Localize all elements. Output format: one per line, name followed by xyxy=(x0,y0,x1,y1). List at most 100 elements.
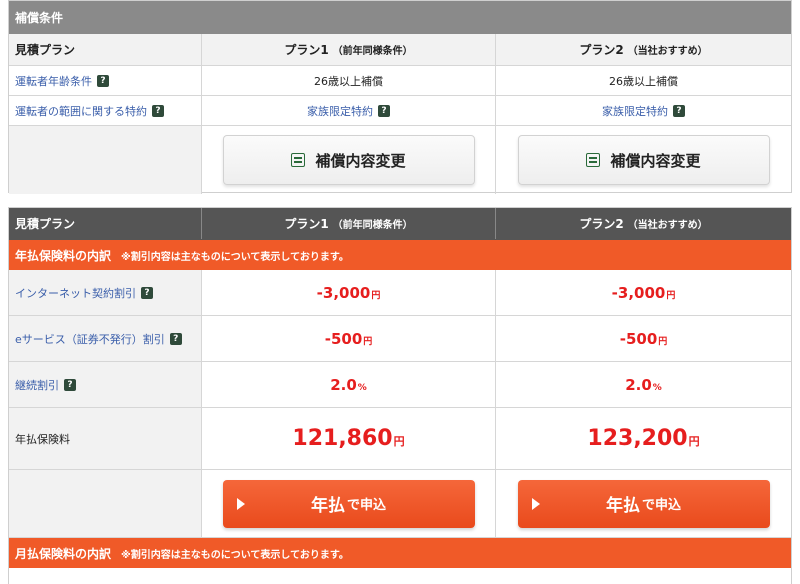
eservice-discount-plan2: -500円 xyxy=(495,316,791,361)
family-limit-link-plan1[interactable]: 家族限定特約 xyxy=(307,103,373,119)
eservice-discount-row: eサービス（証券不発行）割引 ? -500円 -500円 xyxy=(9,316,791,362)
yen-unit: 円 xyxy=(666,290,676,301)
plan-header-label: 見積プラン xyxy=(15,217,76,231)
checklist-icon xyxy=(586,153,601,167)
help-icon[interactable]: ? xyxy=(169,332,182,345)
driver-scope-plan2-cell: 家族限定特約 ? xyxy=(495,96,791,125)
family-limit-link-plan2[interactable]: 家族限定特約 xyxy=(602,103,668,119)
monthly-breakdown-bar: 月払保険料の内訳 ※割引内容は主なものについて表示しております。 xyxy=(9,538,791,568)
coverage-panel: 補償条件 見積プラン プラン1 （前年同様条件） プラン2 （当社おすすめ） 運転者… xyxy=(8,0,792,194)
help-icon[interactable]: ? xyxy=(97,74,109,87)
driver-age-row: 運転者年齢条件 ? 26歳以上補償 26歳以上補償 xyxy=(9,66,791,96)
driver-scope-label-cell: 運転者の範囲に関する特約 ? xyxy=(9,96,201,125)
eservice-discount-link[interactable]: eサービス（証券不発行）割引 xyxy=(15,331,165,347)
plan1-note: （前年同様条件） xyxy=(332,220,413,231)
help-icon[interactable]: ? xyxy=(141,286,153,299)
annual-premium-plan1-value: 121,860 xyxy=(292,426,393,451)
monthly-breakdown-title: 月払保険料の内訳 xyxy=(15,546,112,561)
renewal-discount-plan2-value: 2.0 xyxy=(625,375,652,394)
driver-age-plan1: 26歳以上補償 xyxy=(201,66,495,95)
eservice-discount-plan1-value: -500 xyxy=(324,329,363,348)
driver-age-link[interactable]: 運転者年齢条件 xyxy=(15,73,92,89)
driver-scope-row: 運転者の範囲に関する特約 ? 家族限定特約 ? 家族限定特約 ? xyxy=(9,96,791,126)
help-icon[interactable]: ? xyxy=(152,104,164,117)
driver-age-label-cell: 運転者年齢条件 ? xyxy=(9,66,201,95)
yen-unit: 円 xyxy=(393,435,405,448)
annual-breakdown-title: 年払保険料の内訳 xyxy=(15,248,112,263)
eservice-discount-plan2-value: -500 xyxy=(619,329,658,348)
percent-unit: % xyxy=(652,382,662,393)
apply-annual-button-plan2[interactable]: 年払 で申込 xyxy=(517,479,770,528)
plan1-name: プラン1 xyxy=(284,217,329,231)
yen-unit: 円 xyxy=(658,336,668,347)
internet-discount-plan1-value: -3,000 xyxy=(316,283,371,302)
percent-unit: % xyxy=(357,382,367,393)
plan1-name: プラン1 xyxy=(284,43,329,57)
coverage-section-title: 補償条件 xyxy=(9,1,791,34)
play-arrow-icon xyxy=(236,497,245,510)
premium-header-row: 見積プラン プラン1 （前年同様条件） プラン2 （当社おすすめ） xyxy=(9,208,791,240)
plan-header-label: 見積プラン xyxy=(15,43,76,57)
annual-premium-plan2-value: 123,200 xyxy=(587,426,688,451)
apply-button-row: 年払 で申込 年払 で申込 xyxy=(9,470,791,538)
yen-unit: 円 xyxy=(363,336,373,347)
annual-premium-plan1: 121,860円 xyxy=(201,408,495,469)
change-coverage-button-plan1[interactable]: 補償内容変更 xyxy=(222,135,475,185)
annual-premium-row: 年払保険料 121,860円 123,200円 xyxy=(9,408,791,470)
coverage-header-row: 見積プラン プラン1 （前年同様条件） プラン2 （当社おすすめ） xyxy=(9,34,791,66)
renewal-discount-row: 継続割引 ? 2.0% 2.0% xyxy=(9,362,791,408)
apply-annual-button-plan1[interactable]: 年払 で申込 xyxy=(222,479,475,528)
help-icon[interactable]: ? xyxy=(673,104,685,117)
apply-annual-small: で申込 xyxy=(641,498,681,513)
apply-plan1-cell: 年払 で申込 xyxy=(201,470,495,537)
internet-discount-plan2: -3,000円 xyxy=(495,270,791,315)
yen-unit: 円 xyxy=(371,290,381,301)
yen-unit: 円 xyxy=(688,435,700,448)
premium-panel: 見積プラン プラン1 （前年同様条件） プラン2 （当社おすすめ） 年払保険料の内訳… xyxy=(8,207,792,584)
change-button-row: 補償内容変更 補償内容変更 xyxy=(9,126,791,194)
monthly-breakdown-note: ※割引内容は主なものについて表示しております。 xyxy=(121,549,349,561)
empty-cell xyxy=(9,470,201,537)
plan2-name: プラン2 xyxy=(579,217,624,231)
plan1-header: プラン1 （前年同様条件） xyxy=(201,208,495,239)
internet-discount-link[interactable]: インターネット契約割引 xyxy=(15,285,136,301)
change-plan1-cell: 補償内容変更 xyxy=(201,126,495,194)
change-plan2-cell: 補償内容変更 xyxy=(495,126,791,194)
driver-scope-plan1-cell: 家族限定特約 ? xyxy=(201,96,495,125)
driver-age-plan2: 26歳以上補償 xyxy=(495,66,791,95)
plan2-note: （当社おすすめ） xyxy=(627,220,708,231)
help-icon[interactable]: ? xyxy=(64,378,76,391)
plan1-header: プラン1 （前年同様条件） xyxy=(201,34,495,65)
internet-discount-label-cell: インターネット契約割引 ? xyxy=(9,270,201,315)
plan2-note: （当社おすすめ） xyxy=(627,46,708,57)
annual-premium-label: 年払保険料 xyxy=(9,408,201,469)
empty-cell xyxy=(9,126,201,194)
plan2-header: プラン2 （当社おすすめ） xyxy=(495,34,791,65)
renewal-discount-plan2: 2.0% xyxy=(495,362,791,407)
change-coverage-button-plan2[interactable]: 補償内容変更 xyxy=(517,135,770,185)
help-icon[interactable]: ? xyxy=(378,104,390,117)
annual-premium-plan2: 123,200円 xyxy=(495,408,791,469)
plan2-name: プラン2 xyxy=(579,43,624,57)
renewal-discount-plan1: 2.0% xyxy=(201,362,495,407)
renewal-discount-label-cell: 継続割引 ? xyxy=(9,362,201,407)
apply-annual-big: 年払 xyxy=(605,496,640,516)
apply-annual-big: 年払 xyxy=(310,496,345,516)
change-coverage-label: 補償内容変更 xyxy=(610,151,701,170)
change-coverage-label: 補償内容変更 xyxy=(315,151,406,170)
annual-breakdown-bar: 年払保険料の内訳 ※割引内容は主なものについて表示しております。 xyxy=(9,240,791,270)
eservice-discount-label-cell: eサービス（証券不発行）割引 ? xyxy=(9,316,201,361)
apply-annual-small: で申込 xyxy=(346,498,386,513)
internet-discount-plan1: -3,000円 xyxy=(201,270,495,315)
annual-breakdown-note: ※割引内容は主なものについて表示しております。 xyxy=(121,251,349,263)
internet-discount-row: インターネット契約割引 ? -3,000円 -3,000円 xyxy=(9,270,791,316)
driver-scope-link[interactable]: 運転者の範囲に関する特約 xyxy=(15,103,147,119)
plan2-header: プラン2 （当社おすすめ） xyxy=(495,208,791,239)
renewal-discount-link[interactable]: 継続割引 xyxy=(15,377,59,393)
checklist-icon xyxy=(291,153,306,167)
apply-plan2-cell: 年払 で申込 xyxy=(495,470,791,537)
renewal-discount-plan1-value: 2.0 xyxy=(330,375,357,394)
play-arrow-icon xyxy=(531,497,540,510)
eservice-discount-plan1: -500円 xyxy=(201,316,495,361)
internet-discount-plan2-value: -3,000 xyxy=(611,283,666,302)
